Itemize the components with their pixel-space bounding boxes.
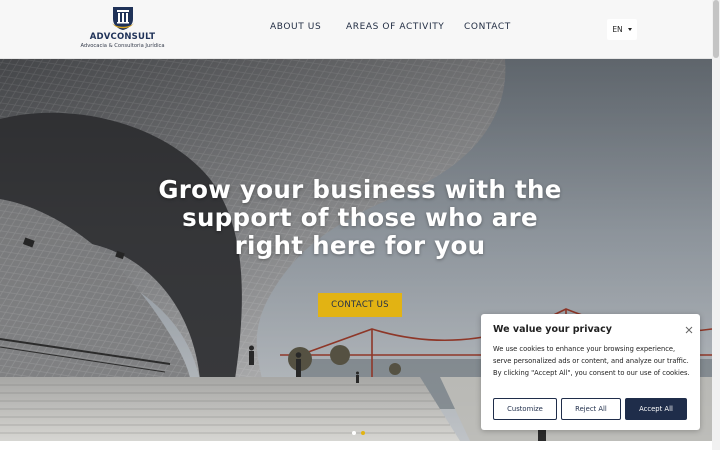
language-label: EN: [612, 25, 623, 34]
site-logo[interactable]: ADVCONSULT Advocacia & Consultoria Juríd…: [75, 6, 170, 54]
nav-item-contact[interactable]: CONTACT: [464, 22, 511, 32]
cookie-consent-banner: We value your privacy We use cookies to …: [481, 314, 700, 430]
logo-tagline: Advocacia & Consultoria Jurídica: [80, 43, 165, 49]
language-selector[interactable]: EN: [607, 19, 637, 40]
site-header: ADVCONSULT Advocacia & Consultoria Juríd…: [0, 0, 712, 59]
page-below-hero: [0, 441, 712, 450]
contact-us-button[interactable]: CONTACT US: [318, 293, 402, 317]
cookie-title: We value your privacy: [493, 324, 612, 335]
page-scrollbar[interactable]: [712, 0, 720, 450]
close-icon[interactable]: [684, 320, 694, 334]
scrollbar-thumb[interactable]: [713, 0, 719, 58]
pillar-shield-logo-icon: [110, 6, 136, 31]
nav-item-about-us[interactable]: ABOUT US: [270, 22, 321, 32]
reject-all-button[interactable]: Reject All: [561, 398, 621, 420]
slider-dot-1[interactable]: [352, 431, 356, 435]
cookie-description: We use cookies to enhance your browsing …: [493, 345, 690, 377]
logo-name: ADVCONSULT: [89, 32, 156, 42]
customize-button[interactable]: Customize: [493, 398, 557, 420]
page: ADVCONSULT Advocacia & Consultoria Juríd…: [0, 0, 720, 450]
caret-down-icon: [627, 28, 632, 31]
accept-all-button[interactable]: Accept All: [625, 398, 687, 420]
nav-item-areas-of-activity[interactable]: AREAS OF ACTIVITY: [346, 22, 444, 32]
hero-title: Grow your business with the support of t…: [158, 175, 562, 260]
slider-dot-2[interactable]: [361, 431, 365, 435]
slider-dots: [352, 431, 365, 435]
